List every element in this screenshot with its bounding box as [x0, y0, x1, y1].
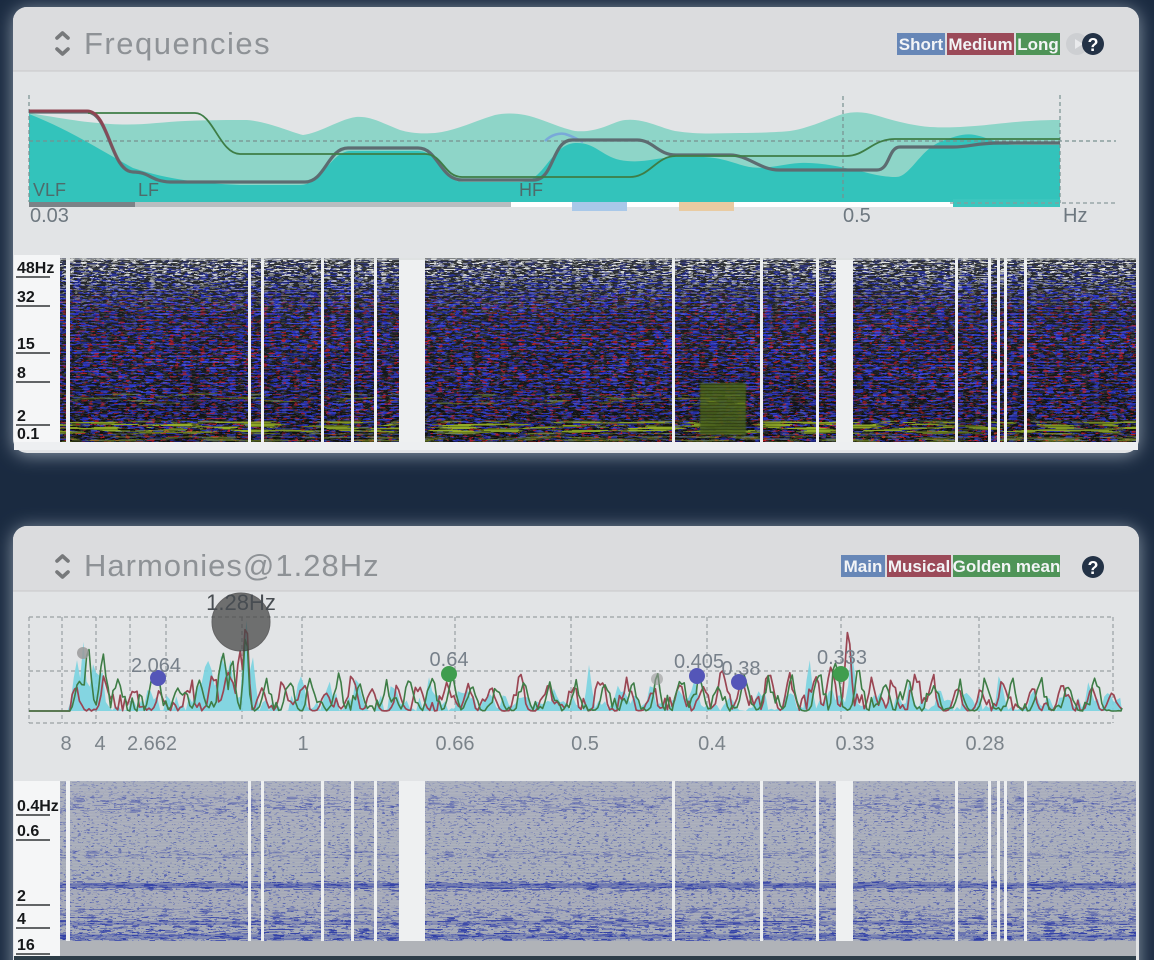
svg-text:Hz: Hz — [1063, 205, 1087, 227]
svg-text:0.03: 0.03 — [30, 205, 69, 227]
svg-text:4: 4 — [94, 733, 105, 755]
svg-text:1: 1 — [297, 733, 308, 755]
svg-text:0.5: 0.5 — [571, 733, 599, 755]
svg-text:15: 15 — [17, 336, 35, 353]
svg-text:0.38: 0.38 — [722, 658, 761, 680]
svg-text:Medium: Medium — [948, 35, 1012, 54]
svg-text:2.662: 2.662 — [127, 733, 177, 755]
svg-text:0.66: 0.66 — [436, 733, 475, 755]
svg-text:0.28: 0.28 — [966, 733, 1005, 755]
svg-text:32: 32 — [17, 289, 35, 306]
svg-text:HF: HF — [519, 180, 543, 200]
svg-text:?: ? — [1088, 558, 1099, 578]
svg-text:2: 2 — [17, 408, 26, 425]
svg-text:?: ? — [1088, 35, 1099, 55]
svg-text:0.4Hz: 0.4Hz — [17, 798, 59, 815]
svg-text:0.4: 0.4 — [698, 733, 726, 755]
svg-text:0.1: 0.1 — [17, 426, 39, 443]
svg-text:2: 2 — [17, 888, 26, 905]
svg-text:LF: LF — [138, 180, 159, 200]
svg-text:0.64: 0.64 — [430, 649, 469, 671]
svg-text:0.405: 0.405 — [674, 651, 724, 673]
svg-text:16: 16 — [17, 937, 35, 954]
svg-text:Harmonies@1.28Hz: Harmonies@1.28Hz — [84, 548, 380, 583]
svg-text:4: 4 — [17, 911, 26, 928]
svg-text:0.5: 0.5 — [843, 205, 871, 227]
svg-text:Short: Short — [899, 35, 944, 54]
svg-text:Long: Long — [1017, 35, 1059, 54]
svg-text:8: 8 — [17, 365, 26, 382]
svg-text:Main: Main — [844, 557, 883, 576]
svg-text:2.064: 2.064 — [131, 655, 181, 677]
svg-text:1.28Hz: 1.28Hz — [206, 590, 276, 615]
svg-text:Golden mean: Golden mean — [953, 557, 1061, 576]
svg-text:0.6: 0.6 — [17, 823, 39, 840]
svg-text:Frequencies: Frequencies — [84, 26, 271, 61]
svg-text:48Hz: 48Hz — [17, 260, 54, 277]
svg-text:8: 8 — [60, 733, 71, 755]
svg-text:0.33: 0.33 — [836, 733, 875, 755]
svg-text:Musical: Musical — [888, 557, 950, 576]
svg-text:0.333: 0.333 — [817, 647, 867, 669]
svg-text:VLF: VLF — [33, 180, 66, 200]
